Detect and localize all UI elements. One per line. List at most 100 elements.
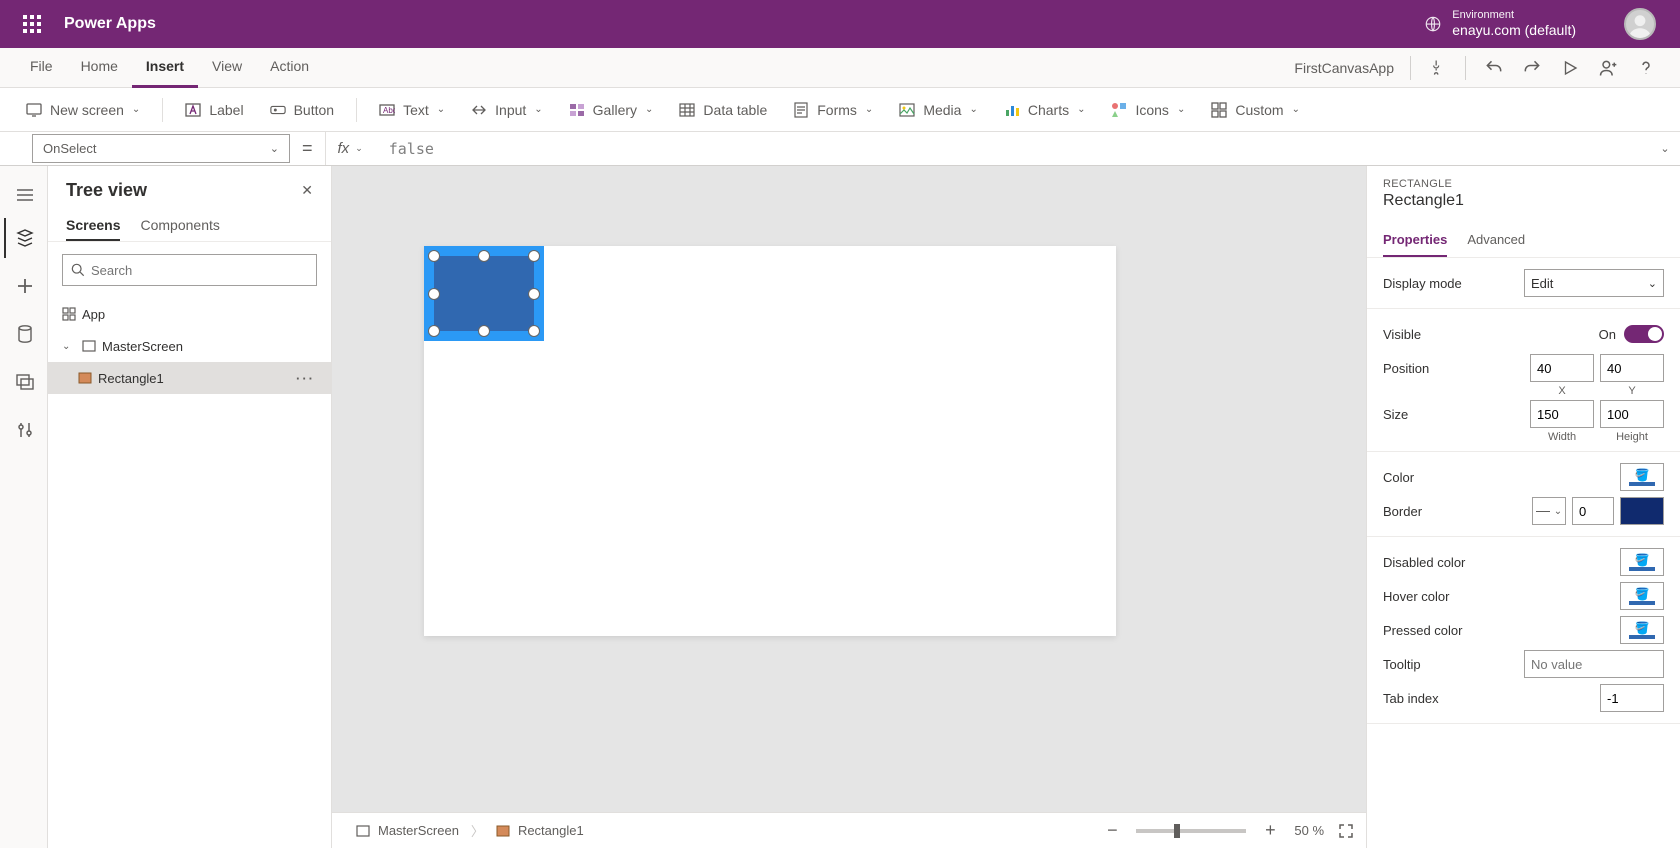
breadcrumb-screen[interactable]: MasterScreen <box>344 813 471 848</box>
visible-toggle[interactable] <box>1624 325 1664 343</box>
waffle-icon <box>23 15 41 33</box>
control-name[interactable]: Rectangle1 <box>1383 192 1664 210</box>
property-selector[interactable]: OnSelect ⌄ <box>32 134 290 163</box>
treeview-rail-button[interactable] <box>4 218 44 258</box>
menu-bar: File Home Insert View Action FirstCanvas… <box>0 48 1680 88</box>
border-style-select[interactable]: ⌄ <box>1532 497 1566 525</box>
environment-selector[interactable]: Environment enayu.com (default) <box>1424 9 1576 39</box>
button-button[interactable]: Button <box>260 92 344 128</box>
fx-button[interactable]: fx⌄ <box>325 132 375 165</box>
border-label: Border <box>1383 504 1532 519</box>
charts-dropdown[interactable]: Charts⌄ <box>994 92 1096 128</box>
waffle-button[interactable] <box>8 0 56 48</box>
tree-tabs: Screens Components <box>48 211 331 242</box>
displaymode-select[interactable]: Edit ⌄ <box>1524 269 1664 297</box>
menu-action[interactable]: Action <box>256 48 323 88</box>
custom-dropdown[interactable]: Custom⌄ <box>1201 92 1310 128</box>
new-screen-button[interactable]: New screen⌄ <box>16 92 150 128</box>
advanced-rail-button[interactable] <box>4 410 44 450</box>
zoom-out-button[interactable]: − <box>1102 820 1122 841</box>
menu-view[interactable]: View <box>198 48 256 88</box>
help-button[interactable] <box>1628 50 1664 86</box>
resize-handle-br[interactable] <box>528 325 540 337</box>
formula-input[interactable] <box>375 132 1650 165</box>
tree-app-node[interactable]: App <box>48 298 331 330</box>
more-button[interactable]: ··· <box>296 371 323 386</box>
media-dropdown[interactable]: Media⌄ <box>889 92 988 128</box>
tabindex-label: Tab index <box>1383 691 1600 706</box>
border-width-input[interactable] <box>1572 497 1614 525</box>
datatable-button[interactable]: Data table <box>669 92 777 128</box>
pressed-color-label: Pressed color <box>1383 623 1620 638</box>
separator <box>162 98 163 122</box>
zoom-slider[interactable] <box>1136 829 1246 833</box>
tabindex-input[interactable] <box>1600 684 1664 712</box>
chevron-down-icon: ⌄ <box>969 104 977 115</box>
tab-screens[interactable]: Screens <box>66 211 120 241</box>
share-button[interactable] <box>1590 50 1626 86</box>
tree-close-button[interactable]: ✕ <box>301 182 313 199</box>
position-x-input[interactable] <box>1530 354 1594 382</box>
insert-rail-button[interactable] <box>4 266 44 306</box>
label-button[interactable]: Label <box>175 92 253 128</box>
forms-dropdown[interactable]: Forms⌄ <box>783 92 883 128</box>
border-color-picker[interactable] <box>1620 497 1664 525</box>
resize-handle-r[interactable] <box>528 288 540 300</box>
data-rail-button[interactable] <box>4 314 44 354</box>
redo-button[interactable] <box>1514 50 1550 86</box>
width-input[interactable] <box>1530 400 1594 428</box>
breadcrumb-separator: 〉 <box>471 821 484 840</box>
zoom-in-button[interactable]: + <box>1260 820 1280 841</box>
fit-to-window-button[interactable] <box>1338 823 1354 839</box>
chevron-down-icon[interactable]: ⌄ <box>62 341 76 352</box>
tab-components[interactable]: Components <box>140 211 219 241</box>
tab-advanced[interactable]: Advanced <box>1467 224 1525 257</box>
tree-search[interactable] <box>62 254 317 286</box>
tooltip-input[interactable] <box>1524 650 1664 678</box>
canvas-area[interactable]: MasterScreen 〉 Rectangle1 − + 50 % <box>332 166 1366 848</box>
formula-expand-button[interactable]: ⌄ <box>1650 132 1680 165</box>
resize-handle-l[interactable] <box>428 288 440 300</box>
menu-insert[interactable]: Insert <box>132 48 198 88</box>
input-dropdown[interactable]: Input⌄ <box>461 92 553 128</box>
color-picker[interactable]: 🪣 <box>1620 463 1664 491</box>
canvas-screen[interactable] <box>424 246 1116 636</box>
displaymode-label: Display mode <box>1383 276 1524 291</box>
resize-handle-b[interactable] <box>478 325 490 337</box>
resize-handle-t[interactable] <box>478 250 490 262</box>
breadcrumb-control[interactable]: Rectangle1 <box>484 813 596 848</box>
user-avatar[interactable] <box>1624 8 1656 40</box>
equals-sign: = <box>290 132 325 165</box>
position-y-input[interactable] <box>1600 354 1664 382</box>
screen-icon <box>26 102 42 118</box>
resize-handle-tl[interactable] <box>428 250 440 262</box>
formula-bar: OnSelect ⌄ = fx⌄ ⌄ <box>0 132 1680 166</box>
separator <box>356 98 357 122</box>
icons-dropdown[interactable]: Icons⌄ <box>1101 92 1195 128</box>
preview-button[interactable] <box>1552 50 1588 86</box>
control-type: RECTANGLE <box>1383 178 1664 190</box>
pressed-color-picker[interactable]: 🪣 <box>1620 616 1664 644</box>
menu-home[interactable]: Home <box>67 48 132 88</box>
tab-properties[interactable]: Properties <box>1383 224 1447 257</box>
hamburger-button[interactable] <box>4 180 44 210</box>
tree-screen-node[interactable]: ⌄ MasterScreen <box>48 330 331 362</box>
media-rail-button[interactable] <box>4 362 44 402</box>
height-input[interactable] <box>1600 400 1664 428</box>
gallery-dropdown[interactable]: Gallery⌄ <box>559 92 664 128</box>
resize-handle-bl[interactable] <box>428 325 440 337</box>
disabled-color-picker[interactable]: 🪣 <box>1620 548 1664 576</box>
resize-handle-tr[interactable] <box>528 250 540 262</box>
tree-search-input[interactable] <box>91 263 308 278</box>
svg-text:Abc: Abc <box>383 106 395 115</box>
app-checker-button[interactable] <box>1419 50 1455 86</box>
ribbon-bar: New screen⌄ Label Button Abc Text⌄ Input… <box>0 88 1680 132</box>
tooltip-label: Tooltip <box>1383 657 1524 672</box>
undo-button[interactable] <box>1476 50 1512 86</box>
hover-color-picker[interactable]: 🪣 <box>1620 582 1664 610</box>
selected-shape[interactable] <box>424 246 544 341</box>
media-icon <box>899 102 915 118</box>
tree-control-node[interactable]: Rectangle1 ··· <box>48 362 331 394</box>
text-dropdown[interactable]: Abc Text⌄ <box>369 92 455 128</box>
menu-file[interactable]: File <box>16 48 67 88</box>
